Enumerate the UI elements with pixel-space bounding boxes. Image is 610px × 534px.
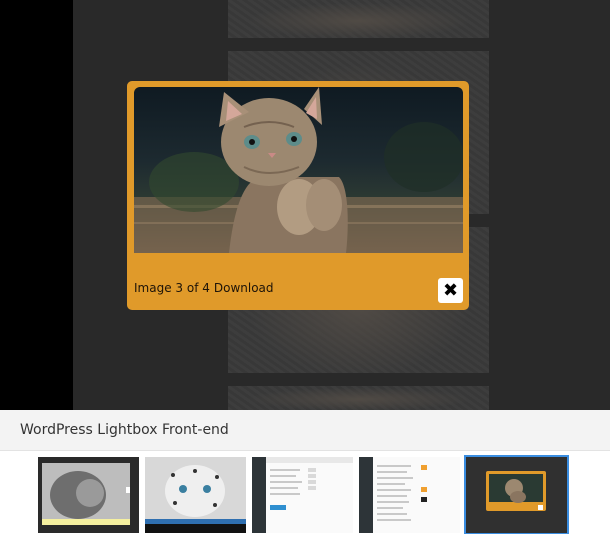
screenshot-caption-bar: WordPress Lightbox Front-end [0, 410, 610, 451]
download-link[interactable]: Download [214, 281, 274, 295]
thumbnail-lion[interactable] [38, 457, 139, 533]
thumbnail-lightbox-kitten[interactable] [464, 455, 569, 534]
background-photo [228, 386, 489, 410]
thumbnail-snow-leopard[interactable] [145, 457, 246, 533]
kitten-photo [134, 87, 463, 253]
screenshot-caption: WordPress Lightbox Front-end [20, 422, 229, 438]
thumbnail-admin-settings[interactable] [252, 457, 353, 533]
thumbnail-admin-settings[interactable] [359, 457, 460, 533]
settings-screenshot-icon [252, 457, 353, 533]
thumbnail-strip [0, 451, 610, 534]
settings-screenshot-icon [359, 457, 427, 533]
sidebar-dark [0, 0, 73, 410]
lightbox-demo-screenshot: Image 3 of 4 Download ✖ [0, 0, 610, 410]
snow-leopard-icon [145, 457, 246, 533]
background-photo [228, 0, 489, 38]
lightbox-modal: Image 3 of 4 Download ✖ [127, 81, 469, 310]
lion-icon [42, 463, 130, 525]
image-counter: Image 3 of 4 [134, 281, 210, 295]
lightbox-caption: Image 3 of 4 Download [134, 281, 274, 295]
kitten-thumbnail-icon [466, 457, 567, 533]
close-button[interactable]: ✖ [438, 278, 463, 303]
close-icon: ✖ [442, 279, 459, 301]
